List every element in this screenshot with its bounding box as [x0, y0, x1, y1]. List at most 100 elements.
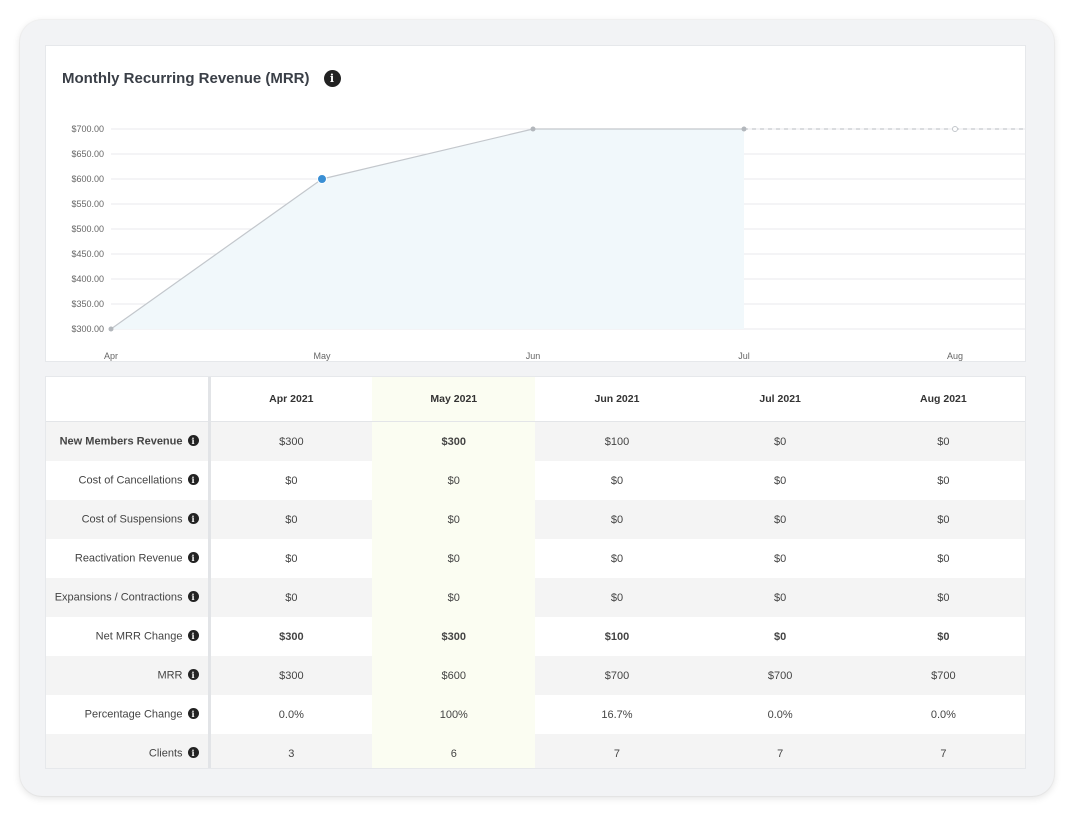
y-tick-label: $500.00: [71, 224, 104, 234]
table-row: Cost of Suspensions i $0 $0 $0 $0 $0: [46, 500, 1025, 539]
info-icon[interactable]: i: [187, 708, 199, 720]
y-tick-label: $300.00: [71, 324, 104, 334]
row-label-text: MRR: [157, 669, 183, 682]
row-label-text: Reactivation Revenue: [74, 552, 183, 565]
column-header[interactable]: May 2021: [372, 377, 536, 422]
mrr-breakdown-table: Apr 2021 May 2021 Jun 2021 Jul 2021 Aug 2021…: [46, 377, 1025, 768]
table-cell: $0: [535, 500, 699, 539]
table-cell: $0: [861, 500, 1025, 539]
table-row: MRR i $300 $600 $700 $700 $700: [46, 656, 1025, 695]
row-label-text: Cost of Cancellations: [78, 474, 183, 487]
table-cell: $300: [209, 656, 373, 695]
table-cell: $0: [861, 578, 1025, 617]
table-header-row: Apr 2021 May 2021 Jun 2021 Jul 2021 Aug 2021: [46, 377, 1025, 422]
table-cell: $0: [698, 578, 862, 617]
table-cell: $0: [372, 461, 536, 500]
table-cell: $0: [861, 461, 1025, 500]
table-row: Reactivation Revenue i $0 $0 $0 $0 $0: [46, 539, 1025, 578]
table-cell: 0.0%: [861, 695, 1025, 734]
table-cell: $0: [535, 461, 699, 500]
table-cell: $0: [698, 617, 862, 656]
table-cell: $600: [372, 656, 536, 695]
x-tick-label: May: [313, 351, 331, 361]
table-cell: $0: [535, 539, 699, 578]
mrr-table-card: Apr 2021 May 2021 Jun 2021 Jul 2021 Aug 2021…: [45, 376, 1026, 769]
table-cell: $0: [861, 617, 1025, 656]
table-cell: $0: [698, 421, 862, 461]
row-label: Reactivation Revenue i: [46, 539, 211, 578]
row-label-text: Cost of Suspensions: [81, 513, 183, 526]
row-label-text: Expansions / Contractions: [54, 591, 183, 604]
table-cell: 6: [372, 734, 536, 768]
header-blank-cell: [46, 377, 211, 422]
data-point-highlighted: [317, 174, 327, 184]
table-row: Clients i 3 6 7 7 7: [46, 734, 1025, 768]
mrr-area-chart: $300.00 $350.00 $400.00 $450.00 $500.00 $550.…: [71, 124, 1026, 361]
table-cell: $100: [535, 617, 699, 656]
table-cell: $0: [372, 539, 536, 578]
table-cell: 7: [535, 734, 699, 768]
info-icon[interactable]: i: [187, 747, 199, 759]
info-icon[interactable]: i: [187, 474, 199, 486]
table-cell: $0: [209, 461, 373, 500]
y-tick-label: $700.00: [71, 124, 104, 134]
mrr-chart-card: Monthly Recurring Revenue (MRR) i $300.0…: [45, 45, 1026, 362]
table-row: Net MRR Change i $300 $300 $100 $0 $0: [46, 617, 1025, 656]
row-label: Net MRR Change i: [46, 617, 211, 656]
column-header[interactable]: Jul 2021: [698, 377, 862, 422]
table-cell: $0: [209, 539, 373, 578]
info-icon[interactable]: i: [187, 513, 199, 525]
table-row: New Members Revenue i $300 $300 $100 $0 $0: [46, 421, 1025, 461]
table-cell: $0: [209, 578, 373, 617]
y-tick-label: $450.00: [71, 249, 104, 259]
data-point-projected: [952, 126, 958, 132]
table-cell: $0: [535, 578, 699, 617]
y-tick-label: $400.00: [71, 274, 104, 284]
table-cell: $300: [372, 617, 536, 656]
row-label: Expansions / Contractions i: [46, 578, 211, 617]
row-label-text: Net MRR Change: [95, 630, 183, 643]
y-tick-label: $350.00: [71, 299, 104, 309]
table-cell: $100: [535, 421, 699, 461]
table-cell: $0: [372, 578, 536, 617]
table-cell: $700: [698, 656, 862, 695]
row-label: Cost of Suspensions i: [46, 500, 211, 539]
table-cell: $0: [698, 539, 862, 578]
x-tick-label: Jun: [526, 351, 541, 361]
info-icon[interactable]: i: [187, 669, 199, 681]
column-header[interactable]: Apr 2021: [209, 377, 373, 422]
column-header[interactable]: Aug 2021: [861, 377, 1025, 422]
info-icon[interactable]: i: [187, 552, 199, 564]
row-label: Clients i: [46, 734, 211, 768]
table-cell: $0: [372, 500, 536, 539]
y-tick-label: $600.00: [71, 174, 104, 184]
table-row: Cost of Cancellations i $0 $0 $0 $0 $0: [46, 461, 1025, 500]
row-label: Cost of Cancellations i: [46, 461, 211, 500]
column-header[interactable]: Jun 2021: [535, 377, 699, 422]
table-cell: $700: [535, 656, 699, 695]
row-label: Percentage Change i: [46, 695, 211, 734]
table-row: Percentage Change i 0.0% 100% 16.7% 0.0% 0.0%: [46, 695, 1025, 734]
table-cell: 100%: [372, 695, 536, 734]
table-cell: $300: [209, 617, 373, 656]
x-tick-label: Jul: [738, 351, 750, 361]
row-label-text: Percentage Change: [84, 708, 183, 721]
table-cell: $0: [861, 539, 1025, 578]
table-cell: $0: [861, 421, 1025, 461]
data-point: [108, 326, 114, 332]
table-cell: $0: [698, 500, 862, 539]
info-icon[interactable]: i: [187, 630, 199, 642]
table-body: New Members Revenue i $300 $300 $100 $0 $0 Cost…: [46, 421, 1025, 768]
table-cell: 0.0%: [209, 695, 373, 734]
table-row: Expansions / Contractions i $0 $0 $0 $0 $0: [46, 578, 1025, 617]
row-label: MRR i: [46, 656, 211, 695]
row-label-text: New Members Revenue: [59, 435, 183, 448]
data-point: [530, 126, 536, 132]
info-icon[interactable]: i: [187, 591, 199, 603]
info-icon[interactable]: i: [187, 435, 199, 447]
row-label: New Members Revenue i: [46, 421, 211, 461]
y-tick-label: $550.00: [71, 199, 104, 209]
table-cell: $300: [209, 421, 373, 461]
x-tick-label: Apr: [104, 351, 118, 361]
row-label-text: Clients: [148, 747, 183, 760]
